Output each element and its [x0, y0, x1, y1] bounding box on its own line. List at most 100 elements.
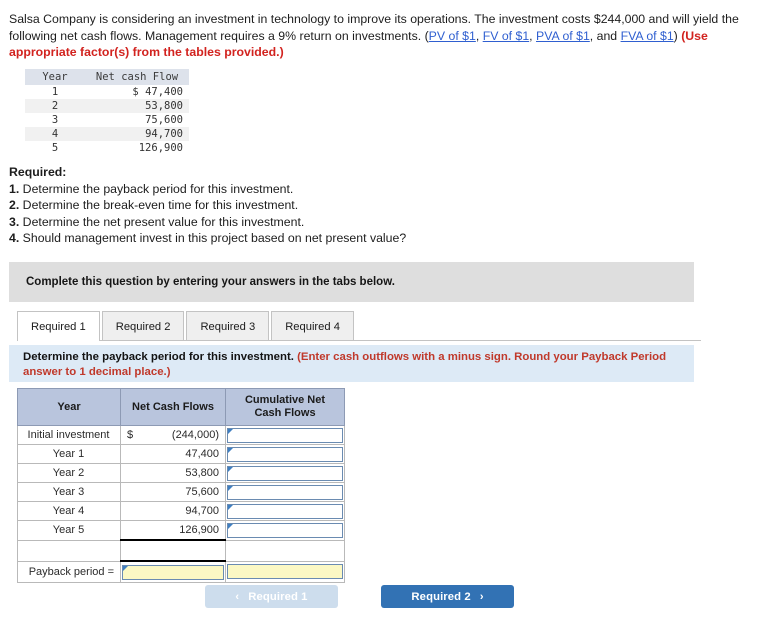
cumulative-input-year-2[interactable] [227, 465, 343, 481]
row-label-year-3: Year 3 [17, 482, 121, 502]
row-label-year-2: Year 2 [17, 463, 121, 483]
required-heading: Required: [9, 165, 67, 179]
payback-period-answer-table: Year Net Cash Flows Cumulative Net Cash … [17, 388, 345, 583]
tab-required-2-label: Required 2 [115, 320, 171, 333]
table-row: 4 94,700 [25, 127, 189, 141]
row-label-year-4: Year 4 [17, 501, 121, 521]
payback-period-unit-cell[interactable] [225, 560, 345, 583]
table-row: Year 5 126,900 [17, 520, 345, 541]
payback-period-row: Payback period = [17, 560, 345, 583]
tab-required-4[interactable]: Required 4 [271, 311, 354, 341]
tab-navigation: ‹ Required 1 Required 2 › [205, 585, 514, 608]
table-row: 1 $ 47,400 [25, 85, 189, 99]
instruction-banner-text: Complete this question by entering your … [26, 276, 395, 288]
given-cell-year: 2 [25, 99, 85, 113]
given-header-year: Year [25, 69, 85, 85]
tab-required-2[interactable]: Required 2 [101, 311, 185, 341]
given-cash-flow-table: Year Net cash Flow 1 $ 47,400 2 53,800 3… [25, 69, 189, 155]
required-item-1: 1. Determine the payback period for this… [9, 181, 406, 198]
cumulative-input-cell-year-3[interactable] [225, 482, 345, 502]
payback-period-input[interactable] [122, 564, 224, 580]
required-item-3-number: 3. [9, 214, 20, 229]
required-item-2-number: 2. [9, 198, 20, 213]
table-row: Year 2 53,800 [17, 463, 345, 483]
row-label-initial-investment: Initial investment [17, 425, 121, 445]
table-spacer-row [17, 539, 345, 562]
given-cell-flow: 53,800 [85, 99, 189, 113]
link-pv-of-1[interactable]: PV of $1 [429, 29, 476, 43]
separator-3: , and [589, 28, 621, 43]
spacer-cell-cumulative [225, 539, 345, 562]
given-cell-year: 5 [51, 142, 59, 154]
cumulative-input-year-4[interactable] [227, 503, 343, 519]
cumulative-input-cell-year-5[interactable] [225, 520, 345, 541]
cumulative-input-year-3[interactable] [227, 484, 343, 500]
cell-flag-icon [228, 447, 233, 453]
tab-required-3[interactable]: Required 3 [186, 311, 270, 341]
cell-flag-icon [228, 504, 233, 510]
sub-instruction-main: Determine the payback period for this in… [23, 351, 298, 363]
answer-header-cumulative-net-cash-flows: Cumulative Net Cash Flows [225, 388, 345, 426]
tab-required-3-label: Required 3 [200, 320, 256, 333]
table-row: Initial investment $ (244,000) [17, 425, 345, 445]
row-value-year-2: 53,800 [120, 463, 226, 483]
cumulative-input-cell-initial[interactable] [225, 425, 345, 445]
required-item-4-text: Should management invest in this project… [19, 231, 407, 246]
cell-flag-icon [228, 485, 233, 491]
cumulative-input-year-1[interactable] [227, 446, 343, 462]
row-value-year-5: 126,900 [120, 520, 226, 541]
payback-period-label: Payback period = [17, 560, 121, 583]
table-row: 5 126,900 [25, 141, 189, 155]
required-list: Required: 1. Determine the payback perio… [9, 164, 406, 247]
link-pva-of-1[interactable]: PVA of $1 [536, 29, 590, 43]
table-row: Year 4 94,700 [17, 501, 345, 521]
given-cell-flow: 126,900 [138, 142, 183, 154]
link-fva-of-1[interactable]: FVA of $1 [621, 29, 674, 43]
answer-header-year: Year [17, 388, 121, 426]
tab-required-1-label: Required 1 [31, 320, 86, 333]
cumulative-input-initial[interactable] [227, 427, 343, 443]
required-item-2-text: Determine the break-even time for this i… [19, 198, 299, 213]
table-row: 3 75,600 [25, 113, 189, 127]
given-cell-year: 1 [51, 86, 59, 98]
cumulative-input-cell-year-2[interactable] [225, 463, 345, 483]
spacer-cell-total-rule [120, 539, 226, 562]
answer-table-header-row: Year Net Cash Flows Cumulative Net Cash … [17, 388, 345, 426]
chevron-left-icon: ‹ [235, 590, 240, 603]
row-label-year-5: Year 5 [17, 520, 121, 541]
row-value-year-3: 75,600 [120, 482, 226, 502]
cell-flag-icon [228, 428, 233, 434]
required-item-2: 2. Determine the break-even time for thi… [9, 197, 406, 214]
tab-bar-divider [17, 340, 701, 341]
answer-header-net-cash-flows: Net Cash Flows [120, 388, 226, 426]
tab-bar: Required 1 Required 2 Required 3 Require… [17, 309, 701, 341]
cell-flag-icon [123, 565, 128, 571]
payback-period-input-cell[interactable] [120, 560, 226, 583]
separator-2: , [529, 28, 537, 43]
required-item-4-number: 4. [9, 231, 20, 246]
required-item-4: 4. Should management invest in this proj… [9, 230, 406, 247]
cumulative-input-year-5[interactable] [227, 522, 343, 538]
previous-required-label: Required 1 [248, 590, 308, 603]
given-cell-year: 4 [25, 127, 85, 141]
previous-required-button[interactable]: ‹ Required 1 [205, 585, 338, 608]
cumulative-input-cell-year-4[interactable] [225, 501, 345, 521]
next-required-button[interactable]: Required 2 › [381, 585, 514, 608]
separator-1: , [475, 28, 483, 43]
given-header-net-cash-flow: Net cash Flow [85, 69, 189, 85]
tab-required-1[interactable]: Required 1 [17, 311, 100, 341]
given-cell-flow: 94,700 [85, 127, 189, 141]
next-required-label: Required 2 [411, 590, 471, 603]
table-row: Year 3 75,600 [17, 482, 345, 502]
cell-flag-icon [228, 466, 233, 472]
sub-instruction-panel: Determine the payback period for this in… [9, 345, 694, 382]
row-label-year-1: Year 1 [17, 444, 121, 464]
link-fv-of-1[interactable]: FV of $1 [483, 29, 529, 43]
cumulative-input-cell-year-1[interactable] [225, 444, 345, 464]
tab-required-4-label: Required 4 [285, 320, 340, 333]
payback-period-unit-input[interactable] [227, 564, 343, 580]
currency-symbol: $ [127, 429, 134, 441]
given-cell-flow: $ 47,400 [132, 86, 183, 98]
table-row: 2 53,800 [25, 99, 189, 113]
required-item-3: 3. Determine the net present value for t… [9, 214, 406, 231]
